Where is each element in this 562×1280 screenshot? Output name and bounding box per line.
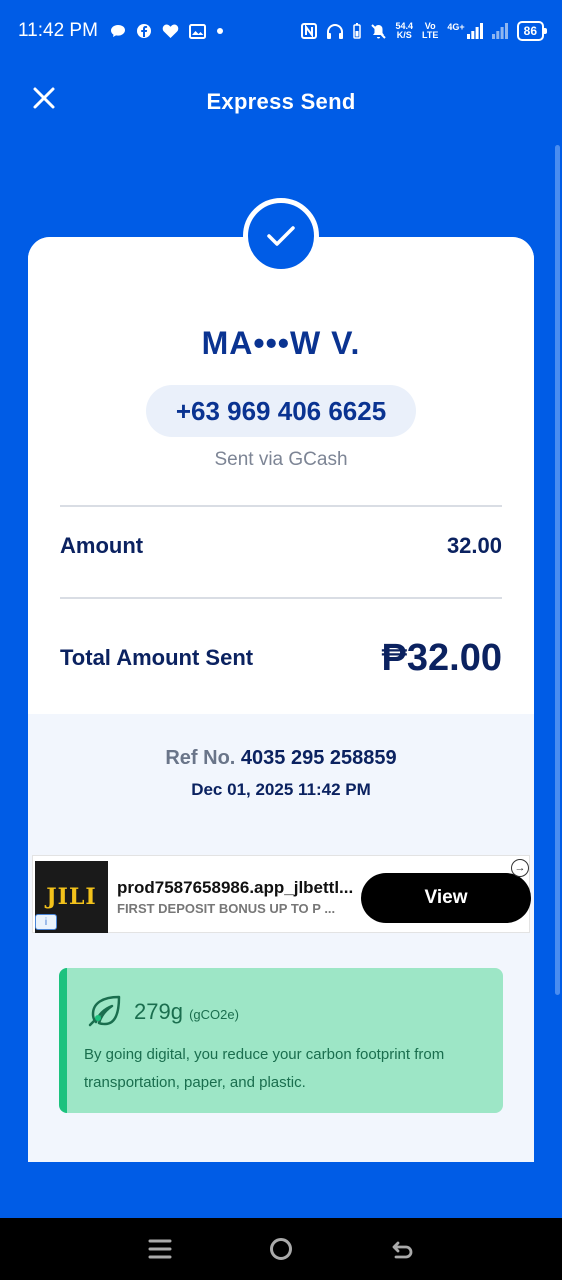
- ad-subtitle[interactable]: FIRST DEPOSIT BONUS UP TO P ...: [117, 901, 357, 916]
- headphones-icon: [326, 24, 343, 39]
- volte-indicator: Vo LTE: [422, 21, 439, 40]
- gallery-icon: [188, 23, 206, 39]
- page-title: Express Send: [206, 89, 356, 114]
- status-bar: 11:42 PM 54.4 K/S Vo LTE 4G+ 86: [0, 0, 562, 62]
- close-icon: [33, 87, 55, 109]
- amount-row: Amount 32.00: [60, 533, 502, 559]
- sent-via-label: Sent via GCash: [214, 449, 348, 470]
- back-icon[interactable]: [390, 1237, 414, 1261]
- battery-icon: 86: [516, 21, 548, 41]
- scrollbar[interactable]: [555, 145, 560, 995]
- recipient-phone: +63 969 406 6625: [146, 385, 416, 437]
- message-bubble-icon: [110, 25, 125, 37]
- status-time: 11:42 PM: [18, 20, 98, 41]
- receipt-summary: MA•••W V. +63 969 406 6625 Sent via GCas…: [28, 237, 534, 714]
- transaction-date: Dec 01, 2025 11:42 PM: [191, 780, 371, 799]
- ad-banner[interactable]: JILI i prod7587658986.app_jlbettl... FIR…: [32, 855, 531, 933]
- ref-label: Ref No.: [165, 747, 236, 769]
- carbon-footprint-card: 279g (gCO2e) By going digital, you reduc…: [59, 968, 503, 1113]
- mute-icon: [370, 23, 386, 39]
- heart-icon: [162, 24, 179, 38]
- divider: [60, 597, 502, 599]
- check-icon: [267, 226, 295, 246]
- system-nav-bar: [0, 1218, 562, 1280]
- total-row: Total Amount Sent ₱32.00: [60, 633, 502, 683]
- close-button[interactable]: [26, 80, 62, 116]
- signal-4g-icon: 4G+: [447, 23, 483, 39]
- receipt-torn-edge: [28, 1150, 534, 1162]
- nfc-icon: [300, 23, 317, 39]
- receipt-card: MA•••W V. +63 969 406 6625 Sent via GCas…: [28, 237, 534, 1162]
- app-header: Express Send: [0, 62, 562, 142]
- carbon-value: 279g (gCO2e): [134, 999, 239, 1024]
- amount-label: Amount: [60, 533, 144, 558]
- ad-view-button[interactable]: View: [361, 873, 531, 923]
- leaf-icon: [88, 995, 121, 1027]
- ad-choices-icon[interactable]: →: [511, 859, 529, 877]
- reference-number: Ref No. 4035 295 258859: [28, 747, 534, 770]
- battery-saver-icon: [352, 23, 361, 39]
- signal-strength-icon: [491, 23, 508, 39]
- status-right: 54.4 K/S Vo LTE 4G+ 86: [300, 21, 548, 41]
- total-label: Total Amount Sent: [60, 645, 254, 670]
- ad-info-icon[interactable]: i: [35, 914, 57, 930]
- divider: [60, 505, 502, 507]
- success-check-badge: [243, 198, 319, 274]
- net-speed: 54.4 K/S: [395, 21, 414, 40]
- dot-icon: [216, 28, 223, 34]
- facebook-icon: [136, 24, 151, 38]
- carbon-description: By going digital, you reduce your carbon…: [84, 1046, 445, 1091]
- total-value: ₱32.00: [381, 636, 502, 679]
- notification-icons: [110, 23, 224, 39]
- ref-value: 4035 295 258859: [240, 747, 397, 769]
- carbon-unit: (gCO2e): [189, 1007, 239, 1022]
- amount-value: 32.00: [446, 533, 502, 558]
- home-icon[interactable]: [269, 1237, 293, 1261]
- recent-apps-icon[interactable]: [148, 1238, 172, 1260]
- ad-title[interactable]: prod7587658986.app_jlbettl...: [117, 878, 357, 898]
- recipient-name: MA•••W V.: [201, 325, 361, 361]
